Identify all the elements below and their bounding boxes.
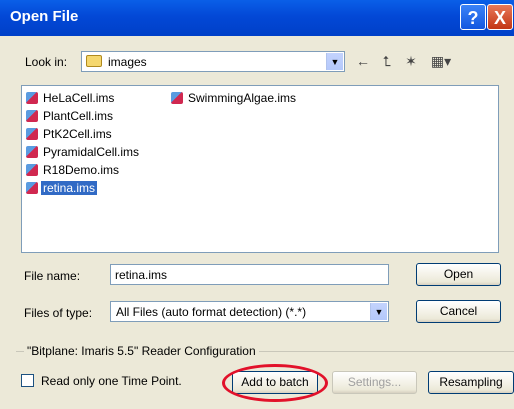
resampling-button[interactable]: Resampling bbox=[428, 371, 514, 394]
lookin-value: images bbox=[108, 55, 147, 69]
file-item[interactable]: HeLaCell.ims bbox=[26, 90, 116, 107]
filename-input[interactable]: retina.ims bbox=[110, 264, 389, 285]
file-list[interactable]: HeLaCell.ims PlantCell.ims PtK2Cell.ims … bbox=[21, 85, 499, 253]
file-item[interactable]: PtK2Cell.ims bbox=[26, 126, 114, 143]
file-item-selected[interactable]: retina.ims bbox=[26, 180, 99, 197]
highlight-oval bbox=[222, 364, 328, 402]
file-icon bbox=[26, 164, 38, 176]
cancel-button[interactable]: Cancel bbox=[416, 300, 501, 323]
file-icon bbox=[26, 110, 38, 122]
reader-config-label: "Bitplane: Imaris 5.5" Reader Configurat… bbox=[24, 344, 259, 358]
file-icon bbox=[171, 92, 183, 104]
chevron-down-icon[interactable]: ▼ bbox=[326, 53, 343, 70]
folder-icon bbox=[86, 55, 102, 67]
file-item[interactable]: R18Demo.ims bbox=[26, 162, 121, 179]
title-bar: Open File ? X bbox=[0, 0, 514, 36]
filename-label: File name: bbox=[24, 269, 81, 283]
settings-button[interactable]: Settings... bbox=[332, 371, 417, 394]
close-button[interactable]: X bbox=[487, 4, 513, 30]
help-button[interactable]: ? bbox=[460, 4, 486, 30]
read-one-timepoint-label: Read only one Time Point. bbox=[41, 374, 182, 388]
view-menu-icon[interactable]: ▦▾ bbox=[428, 53, 454, 70]
file-icon bbox=[26, 182, 38, 194]
window-title: Open File bbox=[10, 8, 79, 25]
file-icon bbox=[26, 146, 38, 158]
lookin-combo[interactable]: images ▼ bbox=[81, 51, 345, 72]
filetype-combo[interactable]: All Files (auto format detection) (*.*) … bbox=[110, 301, 389, 322]
file-item[interactable]: PyramidalCell.ims bbox=[26, 144, 141, 161]
file-item[interactable]: PlantCell.ims bbox=[26, 108, 115, 125]
filetype-value: All Files (auto format detection) (*.*) bbox=[116, 305, 307, 319]
lookin-label: Look in: bbox=[25, 55, 68, 69]
chevron-down-icon[interactable]: ▼ bbox=[370, 303, 387, 320]
filetype-label: Files of type: bbox=[24, 306, 93, 320]
read-one-timepoint-checkbox[interactable] bbox=[21, 374, 34, 387]
file-item[interactable]: SwimmingAlgae.ims bbox=[171, 90, 298, 107]
open-button[interactable]: Open bbox=[416, 263, 501, 286]
back-arrow-icon[interactable]: ← bbox=[354, 53, 372, 69]
up-folder-icon[interactable]: ⮤ bbox=[378, 53, 396, 70]
new-folder-icon[interactable]: ✶ bbox=[402, 53, 420, 70]
file-icon bbox=[26, 92, 38, 104]
file-icon bbox=[26, 128, 38, 140]
